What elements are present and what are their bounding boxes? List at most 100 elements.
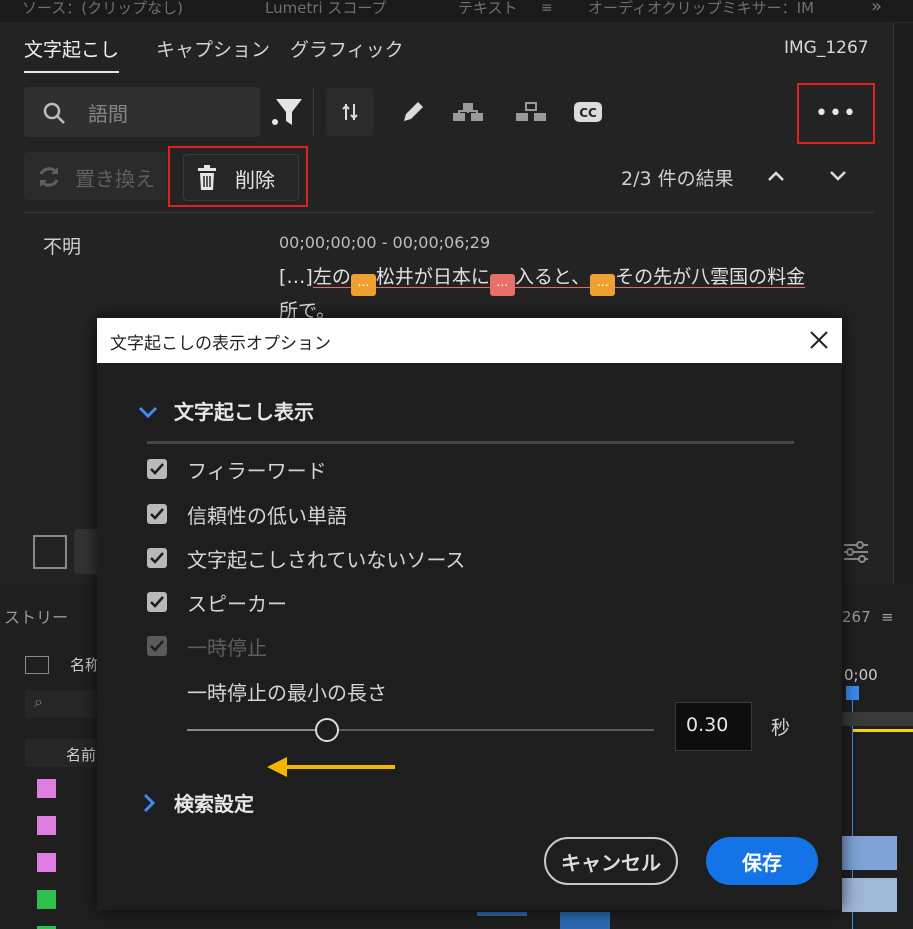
close-icon[interactable] — [808, 329, 830, 351]
timeline-bar — [477, 912, 527, 916]
chevron-down-icon[interactable] — [827, 168, 849, 184]
panel-tab-strip: ソース：(クリップなし) Lumetri スコープ テキスト ≡ オーディオクリ… — [0, 0, 913, 23]
timeline-audio-clip[interactable] — [842, 878, 897, 912]
cc-icon: CC — [574, 102, 602, 122]
option-label: フィラーワード — [187, 458, 327, 483]
captions-button[interactable]: CC — [564, 88, 612, 136]
pause-length-slider-fill — [187, 729, 327, 731]
timeline-view-icon[interactable] — [33, 535, 67, 569]
cancel-button[interactable]: キャンセル — [544, 837, 678, 885]
transcript-word: 入ると、 — [514, 266, 591, 288]
chevron-up-icon[interactable] — [765, 168, 787, 184]
expand-chevron-icon[interactable] — [137, 404, 159, 420]
toolbar-divider — [313, 88, 314, 136]
delete-label: 削除 — [235, 168, 275, 192]
merge-button[interactable] — [444, 88, 492, 136]
option-label: 一時停止 — [187, 635, 267, 660]
trash-icon — [198, 165, 216, 190]
more-options-button[interactable]: ••• — [797, 83, 875, 144]
transcript-word: 松井が日本に — [375, 266, 490, 288]
sequence-menu-icon[interactable]: ≡ — [881, 608, 894, 626]
unmerge-button[interactable] — [507, 88, 555, 136]
tab-graphics[interactable]: グラフィック — [290, 35, 404, 62]
checkbox-disabled[interactable] — [147, 636, 167, 656]
transcript-word: その先が八雲国の料金 — [615, 266, 806, 288]
tab-source[interactable]: ソース：(クリップなし) — [22, 0, 183, 18]
sequence-tab[interactable]: 267 — [842, 608, 871, 626]
unmerge-icon — [516, 102, 546, 121]
save-button[interactable]: 保存 — [706, 837, 818, 885]
edit-button[interactable] — [389, 88, 437, 136]
pause-token[interactable]: … — [350, 274, 376, 296]
work-area-bar[interactable] — [842, 712, 913, 726]
checkmark-icon — [150, 552, 164, 564]
pause-min-length-label: 一時停止の最小の長さ — [187, 681, 387, 705]
option-pause[interactable]: 一時停止 — [147, 632, 267, 660]
pause-length-unit: 秒 — [771, 717, 791, 739]
search-placeholder: 語間 — [88, 102, 128, 126]
refresh-icon — [39, 167, 59, 187]
history-panel-tab[interactable]: ストリー — [4, 604, 68, 628]
delete-highlight: 削除 — [168, 146, 308, 207]
tab-menu-icon[interactable]: ≡ — [541, 0, 553, 16]
checkbox[interactable] — [147, 548, 167, 568]
split-button[interactable] — [326, 88, 374, 136]
toolbar-separator — [24, 212, 874, 213]
pause-length-input[interactable]: 0.30 — [675, 702, 752, 751]
search-results-count: 2/3 件の結果 — [621, 168, 734, 190]
section-search-settings[interactable]: 検索設定 — [174, 788, 254, 817]
playhead-handle[interactable] — [846, 686, 859, 700]
segment-timecode: 00;00;00;00 - 00;00;06;29 — [279, 233, 491, 252]
tab-transcript[interactable]: 文字起こし — [24, 35, 119, 62]
label-color-swatch — [37, 816, 56, 835]
active-tab-indicator — [24, 71, 119, 73]
transcript-display-options-dialog: 文字起こしの表示オプション 文字起こし表示 フィラーワード 信頼性の低い単語 文… — [97, 318, 842, 910]
label-color-swatch — [37, 890, 56, 909]
checkbox[interactable] — [147, 459, 167, 479]
merge-icon — [453, 103, 483, 121]
more-panels-icon[interactable]: » — [871, 0, 882, 17]
replace-button[interactable]: 置き換え — [24, 152, 167, 200]
checkbox[interactable] — [147, 592, 167, 612]
option-speaker[interactable]: スピーカー — [147, 588, 287, 616]
option-filler-words[interactable]: フィラーワード — [147, 455, 327, 483]
tab-captions[interactable]: キャプション — [156, 35, 270, 62]
dialog-title: 文字起こしの表示オプション — [110, 334, 331, 354]
checkmark-icon — [150, 508, 164, 520]
option-label: 文字起こしされていないソース — [187, 547, 466, 572]
filter-button[interactable] — [264, 88, 312, 136]
tab-text[interactable]: テキスト — [458, 0, 518, 18]
pause-token[interactable]: … — [590, 274, 616, 296]
tab-lumetri-scopes[interactable]: Lumetri スコープ — [265, 0, 387, 18]
timeline-clip[interactable] — [842, 836, 897, 870]
name-column-header[interactable]: 名前 — [66, 744, 96, 765]
expand-chevron-icon[interactable] — [141, 792, 157, 814]
in-out-range — [853, 729, 913, 732]
settings-sliders-icon[interactable] — [842, 538, 870, 566]
section-transcript-display[interactable]: 文字起こし表示 — [174, 396, 314, 425]
checkbox[interactable] — [147, 504, 167, 524]
option-low-confidence[interactable]: 信頼性の低い単語 — [147, 500, 347, 528]
svg-text:CC: CC — [579, 106, 597, 120]
option-label: スピーカー — [187, 591, 287, 616]
clip-name: IMG_1267 — [784, 38, 869, 58]
more-icon: ••• — [815, 101, 857, 126]
pause-length-slider-track[interactable] — [187, 718, 654, 742]
label-color-swatch — [37, 853, 56, 872]
pause-length-value: 0.30 — [686, 714, 729, 736]
search-input[interactable]: 語間 — [24, 87, 260, 137]
folder-up-icon[interactable] — [25, 656, 49, 674]
pause-token-selected[interactable]: … — [489, 274, 515, 296]
project-name-label: 名称 — [70, 656, 101, 674]
filter-icon — [272, 99, 302, 125]
speaker-label[interactable]: 不明 — [43, 232, 81, 259]
split-icon — [342, 104, 358, 120]
transcript-gap: […] — [279, 266, 313, 288]
option-untranscribed-source[interactable]: 文字起こしされていないソース — [147, 544, 465, 572]
delete-button[interactable]: 削除 — [183, 154, 299, 201]
tab-audio-clip-mixer[interactable]: オーディオクリップミキサー：IM — [588, 0, 814, 18]
pencil-icon — [404, 102, 423, 121]
dialog-title-bar: 文字起こしの表示オプション — [97, 318, 842, 363]
transcript-text[interactable]: […]左の… 松井が日本に… 入ると、… その先が八雲国の料金 所で。 — [279, 262, 805, 326]
pause-length-slider-thumb[interactable] — [315, 718, 339, 742]
